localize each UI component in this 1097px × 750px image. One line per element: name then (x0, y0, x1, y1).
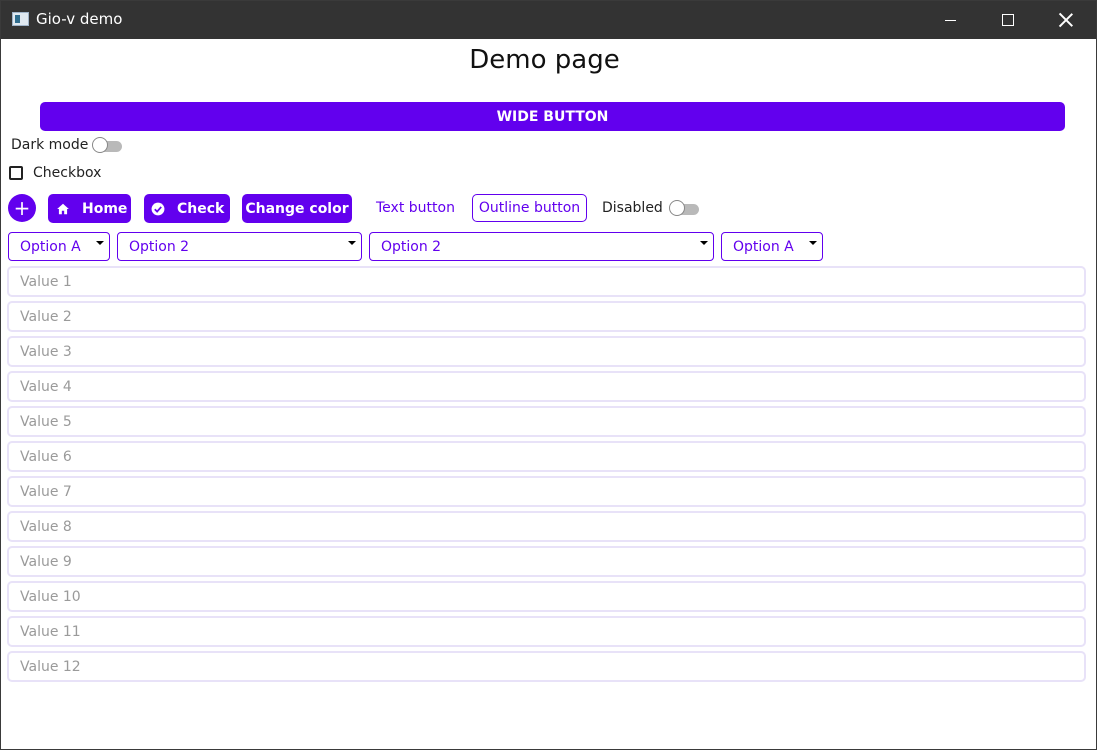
checkbox[interactable] (9, 166, 23, 180)
change-color-button[interactable]: Change color (242, 194, 352, 223)
disabled-label: Disabled (602, 200, 663, 216)
check-button[interactable]: Check (144, 194, 230, 223)
home-button-label: Home (82, 200, 128, 217)
value-field-8[interactable]: Value 8 (7, 511, 1086, 542)
value-field-7[interactable]: Value 7 (7, 476, 1086, 507)
dropdown-3-value: Option 2 (381, 238, 442, 255)
dropdown-1-value: Option A (20, 238, 81, 255)
checkbox-label: Checkbox (33, 165, 102, 181)
app-window: Gio-v demo Demo page WIDE BUTTON Dark mo… (0, 0, 1097, 750)
value-field-text: Value 5 (20, 413, 72, 430)
close-button[interactable] (1037, 1, 1095, 39)
app-icon (12, 12, 29, 26)
value-field-4[interactable]: Value 4 (7, 371, 1086, 402)
dropdown-caret-icon (96, 241, 104, 245)
value-field-text: Value 7 (20, 483, 72, 500)
maximize-icon (1002, 14, 1014, 26)
value-field-10[interactable]: Value 10 (7, 581, 1086, 612)
page-title: Demo page (469, 45, 620, 75)
value-list: Value 1 Value 2 Value 3 Value 4 Value 5 … (7, 266, 1086, 686)
value-field-9[interactable]: Value 9 (7, 546, 1086, 577)
home-icon (57, 203, 69, 214)
value-field-text: Value 2 (20, 308, 72, 325)
disabled-switch[interactable] (669, 199, 701, 219)
value-field-text: Value 4 (20, 378, 72, 395)
value-field-1[interactable]: Value 1 (7, 266, 1086, 297)
wide-button[interactable]: WIDE BUTTON (40, 102, 1065, 131)
dropdown-caret-icon (348, 241, 356, 245)
value-field-text: Value 1 (20, 273, 72, 290)
dropdown-caret-icon (809, 241, 817, 245)
minimize-button[interactable] (921, 1, 979, 39)
check-button-label: Check (177, 200, 225, 217)
value-field-3[interactable]: Value 3 (7, 336, 1086, 367)
minimize-icon (944, 19, 956, 21)
plus-icon: + (13, 196, 31, 220)
outline-button[interactable]: Outline button (472, 194, 587, 222)
value-field-11[interactable]: Value 11 (7, 616, 1086, 647)
dropdown-4-value: Option A (733, 238, 794, 255)
value-field-5[interactable]: Value 5 (7, 406, 1086, 437)
window-title: Gio-v demo (36, 10, 123, 28)
value-field-text: Value 11 (20, 623, 81, 640)
dropdown-3[interactable]: Option 2 (369, 232, 714, 261)
value-field-text: Value 12 (20, 658, 81, 675)
dark-mode-label: Dark mode (11, 137, 89, 153)
dark-mode-switch[interactable] (92, 136, 124, 156)
dropdown-4[interactable]: Option A (721, 232, 823, 261)
value-field-text: Value 8 (20, 518, 72, 535)
value-field-12[interactable]: Value 12 (7, 651, 1086, 682)
check-circle-icon (151, 202, 165, 215)
value-field-text: Value 6 (20, 448, 72, 465)
dropdown-2[interactable]: Option 2 (117, 232, 362, 261)
close-icon (1059, 13, 1073, 27)
dropdown-1[interactable]: Option A (8, 232, 110, 261)
value-field-6[interactable]: Value 6 (7, 441, 1086, 472)
value-field-text: Value 10 (20, 588, 81, 605)
home-button[interactable]: Home (48, 194, 131, 223)
text-button[interactable]: Text button (376, 200, 455, 216)
value-field-text: Value 9 (20, 553, 72, 570)
title-bar[interactable]: Gio-v demo (1, 1, 1096, 39)
value-field-text: Value 3 (20, 343, 72, 360)
dropdown-caret-icon (700, 241, 708, 245)
dropdown-2-value: Option 2 (129, 238, 190, 255)
value-field-2[interactable]: Value 2 (7, 301, 1086, 332)
maximize-button[interactable] (979, 1, 1037, 39)
add-button[interactable]: + (8, 194, 36, 222)
